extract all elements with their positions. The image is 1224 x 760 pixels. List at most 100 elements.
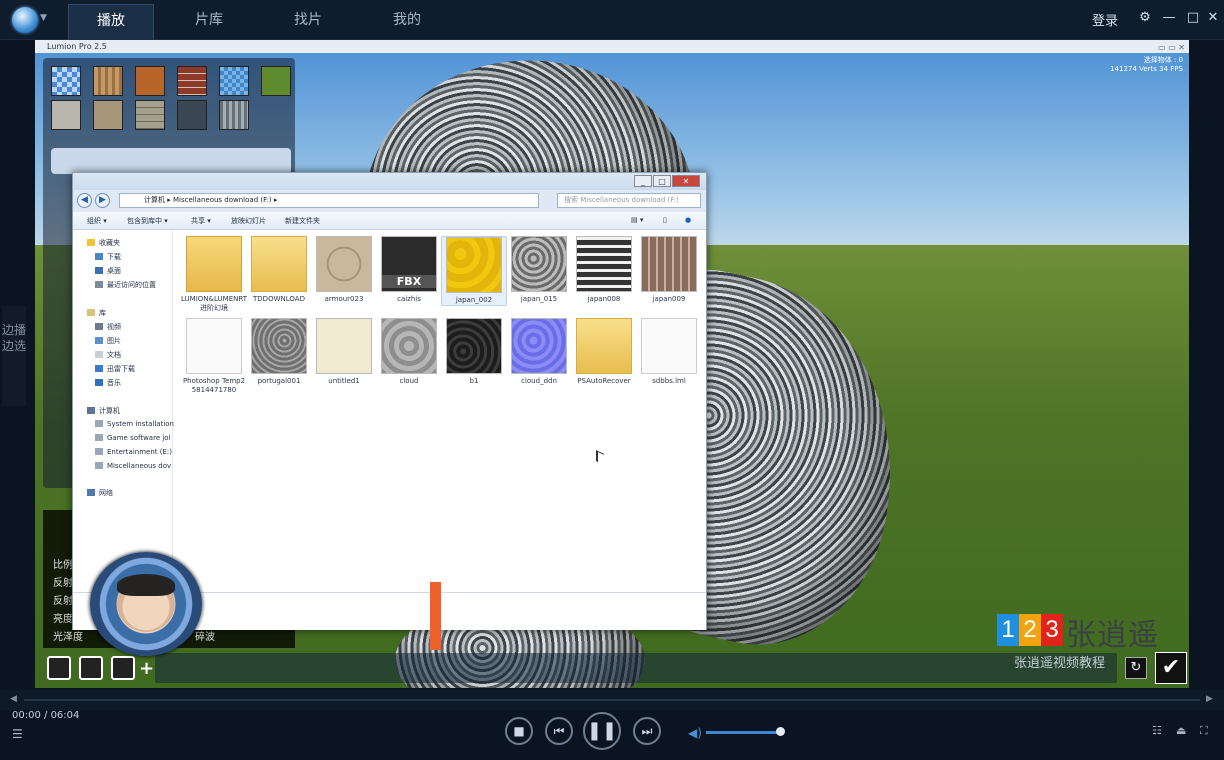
material-swatch[interactable] [51,66,81,96]
computer-icon [87,407,95,414]
file-item[interactable]: portugal001 [246,318,312,386]
forward-arrow-icon[interactable]: ▶ [95,193,110,208]
nav-music[interactable]: 音乐 [95,378,121,388]
file-item[interactable]: sdbbs.lml [636,318,702,386]
material-swatch[interactable] [219,100,249,130]
file-item[interactable]: cloud_ddn [506,318,572,386]
tab-find[interactable]: 找片 [265,4,351,40]
close-button[interactable]: ✕ [1204,9,1222,27]
breadcrumb-computer[interactable]: 计算机 [144,196,165,204]
nav-drive[interactable]: Entertainment (E:) [95,448,172,456]
material-swatch[interactable] [93,100,123,130]
material-swatch[interactable] [219,66,249,96]
address-bar[interactable]: 计算机 ▸ Miscellaneous download (F:) ▸ [119,193,539,208]
nav-downloads[interactable]: 下载 [95,252,121,262]
stop-button[interactable]: ■ [505,717,533,745]
layer-button[interactable] [47,656,71,680]
progress-track[interactable] [24,699,1200,701]
file-item[interactable]: LUMION&LUMENRT进阶幻境 [181,236,247,313]
confirm-check-icon[interactable]: ✔ [1155,652,1187,684]
volume-slider[interactable] [706,731,780,734]
material-swatch[interactable] [135,66,165,96]
share-menu[interactable]: 共享 ▾ [191,216,211,226]
search-input[interactable]: 搜索 Miscellaneous download (F:) [557,193,701,208]
nav-desktop[interactable]: 桌面 [95,266,121,276]
material-swatch[interactable] [51,100,81,130]
explorer-maximize-button[interactable]: □ [653,175,671,187]
next-button[interactable]: ⏭ [633,717,661,745]
breadcrumb-drive[interactable]: Miscellaneous download (F:) [173,196,272,204]
explorer-window-controls: _ □ ✕ [634,175,700,187]
back-arrow-icon[interactable]: ◀ [77,193,92,208]
fullscreen-icon[interactable]: ⛶ [1200,724,1208,738]
nav-videos[interactable]: 视频 [95,322,121,332]
nav-thunder[interactable]: 迅雷下载 [95,364,135,374]
prop-label: 亮度 [53,614,73,625]
nav-network[interactable]: 网络 [87,488,113,498]
pause-button[interactable]: ❚❚ [583,712,621,750]
material-swatch[interactable] [135,100,165,130]
add-layer-icon[interactable]: + [139,658,154,679]
organize-menu[interactable]: 组织 ▾ [87,216,107,226]
maximize-button[interactable]: □ [1184,9,1202,27]
file-item[interactable]: japan009 [636,236,702,304]
volume-knob[interactable] [776,727,785,736]
file-item[interactable]: TDDOWNLOAD [246,236,312,304]
image-thumbnail [641,236,697,292]
explorer-close-button[interactable]: ✕ [672,175,700,187]
nav-recent[interactable]: 最近访问的位置 [95,280,156,290]
side-recommend-tab[interactable]: 边播边选 [2,306,26,406]
login-link[interactable]: 登录 [1092,10,1118,29]
help-icon[interactable]: ● [685,216,691,224]
progress-right-arrow-icon[interactable]: ▶ [1206,694,1213,704]
nav-libraries[interactable]: 库 [87,308,106,318]
file-item[interactable]: b1 [441,318,507,386]
file-item[interactable]: cloud [376,318,442,386]
material-swatch[interactable] [261,66,291,96]
nav-pictures[interactable]: 图片 [95,336,121,346]
nav-drive[interactable]: System installation [95,420,174,428]
file-item[interactable]: untitled1 [311,318,377,386]
refresh-icon[interactable]: ↻ [1125,657,1147,679]
progress-bar[interactable]: ◀ ▶ [0,690,1224,710]
drive-icon [95,420,103,427]
file-item[interactable]: japan008 [571,236,637,304]
settings-icon[interactable]: ⚙ [1136,9,1154,27]
include-library-menu[interactable]: 包含到库中 ▾ [127,216,168,226]
tab-library[interactable]: 片库 [166,4,252,40]
nav-computer[interactable]: 计算机 [87,406,120,416]
volume-icon[interactable]: ◀) [688,726,702,740]
file-item[interactable]: Photoshop Temp25814471780 [181,318,247,395]
preview-pane-icon[interactable]: ▯ [663,216,667,224]
file-item[interactable]: japan_002 [441,236,507,306]
layer-button[interactable] [111,656,135,680]
nav-drive[interactable]: Miscellaneous dov [95,462,171,470]
new-folder-button[interactable]: 新建文件夹 [285,216,320,226]
previous-button[interactable]: ⏮ [545,717,573,745]
lumion-window-controls[interactable]: ▭ ▭ ✕ [1158,41,1185,54]
settings-sliders-icon[interactable]: ☷ [1152,724,1162,737]
view-options-icon[interactable]: ▤ ▾ [631,216,643,224]
material-swatch[interactable] [177,66,207,96]
file-item[interactable]: FBX caizhis [376,236,442,304]
tool-strip[interactable] [51,148,291,174]
material-swatch[interactable] [177,100,207,130]
file-item[interactable]: PSAutoRecover [571,318,637,386]
layer-button[interactable] [79,656,103,680]
player-logo-icon[interactable] [12,7,38,33]
minimize-button[interactable]: — [1160,9,1178,27]
nav-favorites[interactable]: 收藏夹 [87,238,120,248]
file-item[interactable]: japan_015 [506,236,572,304]
explorer-minimize-button[interactable]: _ [634,175,652,187]
file-item[interactable]: armour023 [311,236,377,304]
progress-left-arrow-icon[interactable]: ◀ [10,694,17,704]
nav-documents[interactable]: 文档 [95,350,121,360]
slideshow-button[interactable]: 放映幻灯片 [231,216,266,226]
material-swatch[interactable] [93,66,123,96]
nav-drive[interactable]: Game software jol [95,434,171,442]
desktop-icon [95,267,103,274]
eject-icon[interactable]: ⏏ [1176,724,1186,737]
menu-caret-icon[interactable]: ▼ [40,13,47,23]
tab-mine[interactable]: 我的 [364,4,450,40]
tab-play[interactable]: 播放 [68,4,154,40]
